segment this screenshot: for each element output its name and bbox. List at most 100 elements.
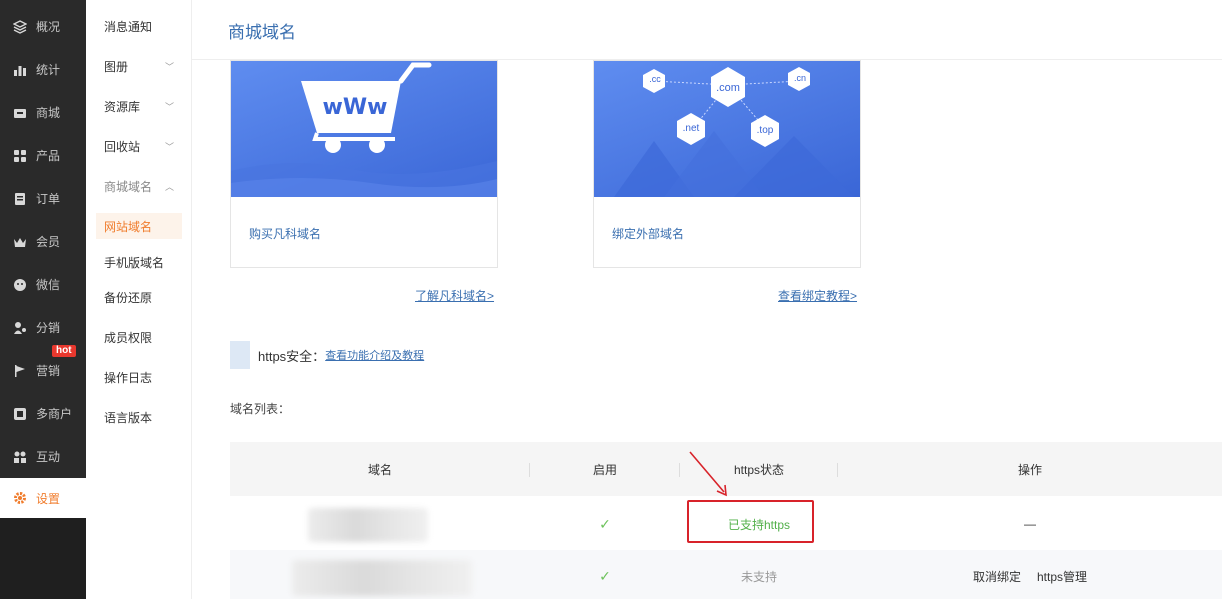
tld-net: .net — [682, 123, 700, 134]
nav-label: 产品 — [36, 149, 61, 163]
subnav-label: 成员权限 — [104, 330, 153, 345]
https-status-value: 未支持 — [740, 569, 777, 584]
nav-label: 微信 — [36, 278, 61, 292]
subnav-item-backup[interactable]: 备份还原 — [96, 284, 182, 310]
domain-list-label: 域名列表： — [230, 402, 291, 416]
grid-icon — [13, 149, 27, 163]
nav-label: 多商户 — [36, 407, 73, 421]
blurred-domain — [308, 508, 428, 542]
buy-domain-card[interactable]: wWw 购买凡科域名 — [230, 60, 498, 268]
nav-label: 概况 — [36, 20, 61, 34]
bind-domain-card[interactable]: .cc .com .cn .net .top 绑定外部域名 — [593, 60, 861, 268]
https-label: https安全： — [258, 348, 326, 364]
wechat-icon — [13, 278, 27, 292]
store-icon — [13, 106, 27, 120]
unbind-button[interactable]: 取消绑定 — [973, 568, 1021, 585]
subnav-item-album[interactable]: 图册 ﹀ — [96, 53, 182, 79]
no-action: — — [1024, 517, 1036, 531]
share-icon — [13, 321, 27, 335]
subnav-label: 回收站 — [104, 139, 141, 154]
buy-domain-label[interactable]: 购买凡科域名 — [249, 225, 321, 242]
subnav-label: 消息通知 — [104, 19, 153, 34]
subnav-item-logs[interactable]: 操作日志 — [96, 364, 182, 390]
subnav-label: 操作日志 — [104, 370, 153, 385]
nav-item-multi-merchant[interactable]: 多商户 — [0, 392, 86, 435]
tld-cc: .cc — [649, 74, 661, 84]
flag-icon — [13, 364, 27, 378]
subnav-label: 网站域名 — [104, 219, 153, 234]
enabled-check-icon: ✓ — [599, 567, 611, 584]
nav-label: 设置 — [36, 491, 61, 506]
page-header: 商城域名 — [192, 0, 1222, 60]
nav-item-overview[interactable]: 概况 — [0, 5, 86, 48]
settings-subnav: 消息通知 图册 ﹀ 资源库 ﹀ 回收站 ﹀ 商城域名 ︿ 网站域名 手机版域名 备份还原… — [86, 0, 192, 599]
tld-com: .com — [716, 82, 740, 94]
nav-item-mall[interactable]: 商城 — [0, 91, 86, 134]
col-enabled: 启用 — [592, 462, 617, 477]
nav-item-products[interactable]: 产品 — [0, 134, 86, 177]
subnav-label: 资源库 — [104, 99, 141, 114]
nav-label: 分销 — [36, 321, 61, 335]
learn-domain-link[interactable]: 了解凡科域名> — [415, 287, 494, 304]
tld-top: .top — [756, 125, 774, 136]
subnav-item-language[interactable]: 语言版本 — [96, 404, 182, 430]
subnav-label: 备份还原 — [104, 290, 153, 305]
nav-label: 统计 — [36, 63, 61, 77]
enabled-check-icon: ✓ — [599, 515, 611, 532]
table-row: ✓ 未支持 取消绑定 https管理 — [230, 550, 1222, 599]
col-actions: 操作 — [1017, 462, 1042, 477]
nav-label: 订单 — [36, 192, 61, 206]
nav-item-distribution[interactable]: 分销 — [0, 306, 86, 349]
subnav-item-site-domain[interactable]: 网站域名 — [96, 213, 182, 239]
chevron-down-icon: ﹀ — [164, 61, 174, 72]
subnav-label: 商城域名 — [104, 179, 153, 194]
blurred-domain — [292, 560, 472, 596]
nav-label: 会员 — [36, 235, 61, 249]
nav-item-orders[interactable]: 订单 — [0, 177, 86, 220]
subnav-item-permissions[interactable]: 成员权限 — [96, 324, 182, 350]
annotation-arrow — [689, 451, 727, 497]
highlight-box — [687, 500, 814, 543]
interact-icon — [13, 450, 27, 464]
nav-item-members[interactable]: 会员 — [0, 220, 86, 263]
subnav-label: 手机版域名 — [104, 255, 165, 270]
subnav-label: 图册 — [104, 59, 129, 74]
order-icon — [13, 192, 27, 206]
nav-label: 互动 — [36, 450, 61, 464]
subnav-item-recycle[interactable]: 回收站 ﹀ — [96, 133, 182, 159]
bind-tutorial-link[interactable]: 查看绑定教程> — [778, 287, 857, 304]
chevron-down-icon: ﹀ — [164, 141, 174, 152]
subnav-item-mobile-domain[interactable]: 手机版域名 — [96, 249, 182, 275]
main-sidebar: 概况 统计 商城 产品 订单 会员 微信 分销 营销 hot 多商户 互动 设置 — [0, 0, 86, 599]
nav-item-interaction[interactable]: 互动 — [0, 435, 86, 478]
https-section: https安全： 查看功能介绍及教程 — [230, 341, 424, 369]
https-image — [230, 341, 250, 369]
nav-item-settings[interactable]: 设置 — [0, 478, 86, 518]
crown-icon — [13, 235, 27, 249]
chevron-down-icon: ﹀ — [164, 101, 174, 112]
shop-icon — [13, 407, 27, 421]
nav-label: 营销 — [36, 364, 61, 378]
col-domain: 域名 — [367, 462, 392, 477]
bind-domain-label[interactable]: 绑定外部域名 — [612, 225, 684, 242]
subnav-item-mall-domain[interactable]: 商城域名 ︿ — [96, 173, 182, 199]
sidebar-footer — [0, 518, 86, 599]
layers-icon — [13, 19, 27, 34]
chart-icon — [13, 63, 27, 77]
nav-item-stats[interactable]: 统计 — [0, 48, 86, 91]
nav-label: 商城 — [36, 106, 61, 120]
subnav-item-resources[interactable]: 资源库 ﹀ — [96, 93, 182, 119]
page-title: 商城域名 — [228, 23, 296, 42]
subnav-item-notifications[interactable]: 消息通知 — [96, 13, 182, 39]
gear-icon — [13, 491, 27, 505]
chevron-up-icon: ︿ — [164, 181, 174, 192]
tld-cn: .cn — [793, 73, 806, 83]
row-actions: 取消绑定 https管理 — [838, 550, 1222, 599]
subnav-label: 语言版本 — [104, 410, 153, 425]
https-manage-button[interactable]: https管理 — [1037, 568, 1087, 585]
cart-banner — [231, 61, 497, 197]
nav-item-wechat[interactable]: 微信 — [0, 263, 86, 306]
cart-banner-text: wWw — [322, 95, 388, 120]
hot-badge: hot — [52, 345, 76, 357]
https-intro-link[interactable]: 查看功能介绍及教程 — [325, 347, 424, 363]
